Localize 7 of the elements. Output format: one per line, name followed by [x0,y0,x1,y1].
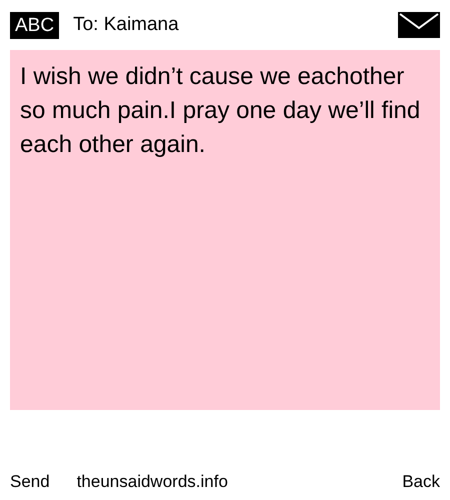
envelope-icon [398,12,440,38]
message-text: I wish we didn’t cause we eachother so much pain.I pray one day we’ll find each other again. [20,62,422,160]
website-label: theunsaidwords.info [76,470,228,492]
recipient-label: To: Kaimana [73,12,179,37]
send-button[interactable]: Send [10,468,50,494]
input-mode-badge: ABC [10,12,60,38]
back-button[interactable]: Back [402,468,440,494]
